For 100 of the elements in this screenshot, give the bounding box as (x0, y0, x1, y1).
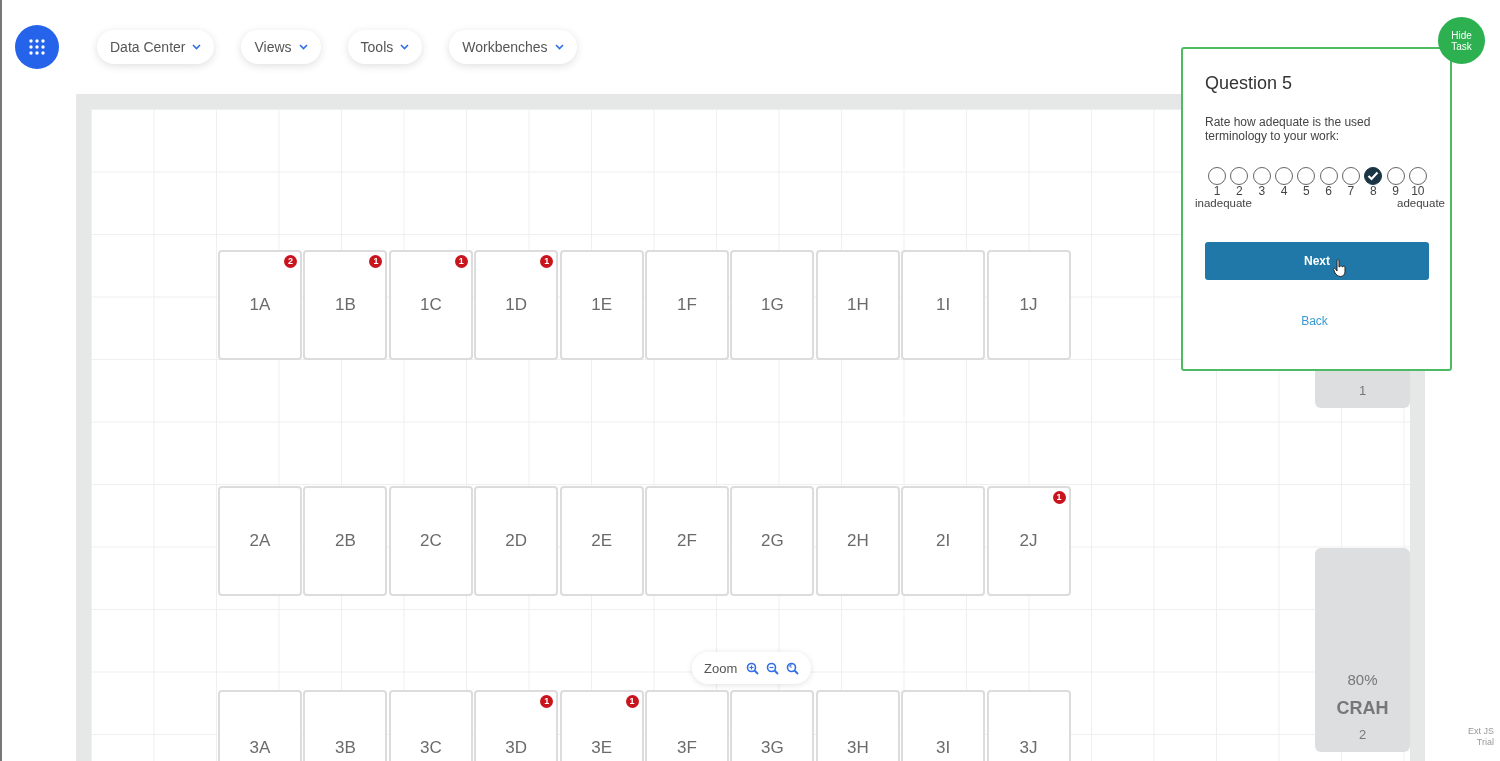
rating-number: 6 (1325, 185, 1332, 197)
menu-dropdown-button[interactable]: Workbenches (449, 30, 577, 64)
question-title: Question 5 (1205, 73, 1293, 94)
rating-radio[interactable] (1364, 167, 1383, 185)
rack-tile[interactable]: 1F (645, 250, 729, 360)
rack-label: 2F (677, 531, 697, 551)
zoom-in-icon[interactable] (746, 661, 760, 675)
rack-label: 2C (419, 531, 442, 551)
chevron-down-icon (554, 44, 564, 50)
rating-radio[interactable] (1297, 167, 1316, 185)
crah-load: 80% (1347, 671, 1378, 688)
rack-tile[interactable]: 1E (559, 250, 644, 360)
rack-label: 3E (591, 738, 612, 758)
rack-tile[interactable]: 1B 1 (303, 250, 388, 360)
rack-tile[interactable]: 2A (218, 486, 302, 596)
rack-tile[interactable]: 1A 2 (218, 250, 302, 360)
rack-label: 2E (591, 531, 612, 551)
rack-label: 3G (761, 738, 784, 758)
rack-label: 1H (846, 295, 869, 315)
rack-tile[interactable]: 2J 1 (986, 486, 1071, 596)
rack-tile[interactable]: 3J (986, 690, 1071, 761)
crah-number: 1 (1358, 383, 1367, 398)
rack-tile[interactable]: 3B (303, 690, 388, 761)
rack-tile[interactable]: 2I (901, 486, 986, 596)
rack-tile[interactable]: 3D 1 (474, 690, 559, 761)
rating-number: 10 (1411, 185, 1425, 197)
alert-count-badge: 1 (1052, 491, 1066, 504)
rack-tile[interactable]: 1I (901, 250, 986, 360)
rack-label: 1J (1019, 295, 1038, 315)
rating-radio[interactable] (1252, 167, 1271, 185)
rack-tile[interactable]: 3H (815, 690, 900, 761)
rating-number: 4 (1280, 185, 1288, 197)
rack-label: 3J (1019, 738, 1038, 758)
zoom-out-icon[interactable] (766, 661, 780, 675)
rack-tile[interactable]: 3I (901, 690, 986, 761)
alert-count-badge: 1 (454, 255, 468, 268)
trial-notice: Ext JS Trial (1467, 726, 1494, 748)
rack-label: 1F (677, 295, 697, 315)
rack-tile[interactable]: 3F (645, 690, 729, 761)
rack-tile[interactable]: 2G (730, 486, 815, 596)
crah-unit[interactable]: 80% CRAH 2 (1315, 548, 1410, 752)
rack-label: 3A (249, 738, 271, 758)
rack-label: 3F (677, 738, 697, 758)
rack-label: 1D (505, 295, 528, 315)
crah-number: 2 (1358, 727, 1367, 742)
rating-number: 1 (1213, 185, 1221, 197)
grid-icon (28, 38, 46, 56)
rack-label: 3B (335, 738, 356, 758)
back-link[interactable]: Back (1301, 314, 1328, 328)
rating-number: 2 (1236, 185, 1243, 197)
rack-label: 3D (505, 738, 528, 758)
alert-count-badge: 1 (625, 695, 639, 708)
rack-label: 1C (419, 295, 442, 315)
next-button[interactable]: Next (1205, 242, 1429, 280)
rack-tile[interactable]: 2C (388, 486, 473, 596)
rating-radio[interactable] (1319, 167, 1338, 185)
rack-label: 3H (846, 738, 869, 758)
rack-tile[interactable]: 1D 1 (474, 250, 559, 360)
alert-count-badge: 2 (284, 255, 297, 268)
rack-label: 2G (761, 531, 784, 551)
hand-cursor-icon (1333, 259, 1347, 277)
scale-max-label: adequate (1397, 197, 1445, 210)
rack-label: 3I (936, 738, 951, 758)
rack-tile[interactable]: 3E 1 (559, 690, 644, 761)
alert-count-badge: 1 (369, 255, 383, 268)
menu-dropdown-button[interactable]: Views (241, 30, 321, 64)
zoom-reset-icon[interactable] (786, 661, 800, 675)
rack-label: 1B (335, 295, 356, 315)
rating-radio[interactable] (1341, 167, 1360, 185)
rack-label: 2H (846, 531, 869, 551)
alert-count-badge: 1 (540, 255, 554, 268)
rack-tile[interactable]: 3G (730, 690, 815, 761)
rack-tile[interactable]: 2F (645, 486, 729, 596)
menu-dropdown-button[interactable]: Tools (347, 30, 423, 64)
rating-number: 5 (1303, 185, 1310, 197)
question-prompt: Rate how adequate is the used terminology to your work: (1205, 115, 1372, 143)
rack-tile[interactable]: 2D (474, 486, 559, 596)
rating-radio[interactable] (1408, 167, 1427, 185)
apps-menu-button[interactable] (15, 25, 59, 69)
rating-radio[interactable] (1386, 167, 1405, 185)
chevron-down-icon (192, 44, 202, 50)
rating-number: 3 (1258, 185, 1266, 197)
rack-tile[interactable]: 1J (986, 250, 1071, 360)
rack-label: 2B (335, 531, 356, 551)
hide-task-button[interactable]: Hide Task (1438, 17, 1485, 64)
rack-tile[interactable]: 1G (730, 250, 815, 360)
rack-label: 2D (505, 531, 528, 551)
rack-tile[interactable]: 2B (303, 486, 388, 596)
rating-radio[interactable] (1230, 167, 1249, 185)
rack-tile[interactable]: 2E (559, 486, 644, 596)
crah-name: CRAH (1336, 698, 1389, 719)
rating-number: 7 (1347, 185, 1355, 197)
rack-tile[interactable]: 1C 1 (388, 250, 473, 360)
rating-radio[interactable] (1208, 167, 1227, 185)
rack-tile[interactable]: 1H (815, 250, 900, 360)
rating-radio[interactable] (1275, 167, 1294, 185)
rack-tile[interactable]: 3C (388, 690, 473, 761)
menu-dropdown-button[interactable]: Data Center (97, 30, 215, 64)
rack-tile[interactable]: 2H (815, 486, 900, 596)
rack-tile[interactable]: 3A (218, 690, 302, 761)
